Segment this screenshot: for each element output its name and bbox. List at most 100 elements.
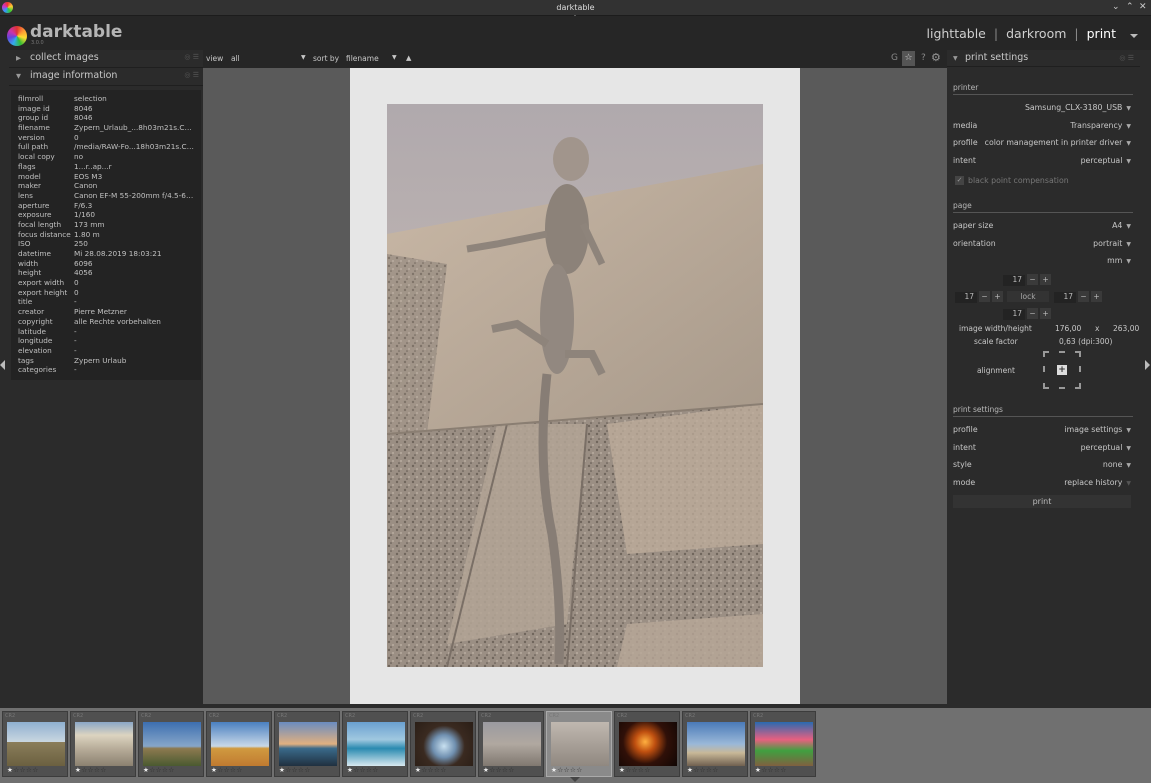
star-rating[interactable]: ★☆☆☆☆ [755,766,787,774]
star-icon[interactable]: ☆ [168,766,174,774]
filmstrip-thumbnail[interactable]: CR2 ★☆☆☆☆ [274,711,340,777]
filmstrip-thumbnail[interactable]: CR2 ★☆☆☆☆ [70,711,136,777]
star-rating[interactable]: ★☆☆☆☆ [619,766,651,774]
alignment-grid[interactable]: + [1043,351,1081,389]
left-panel-collapse-icon[interactable] [0,360,5,370]
star-rating[interactable]: ★☆☆☆☆ [7,766,39,774]
view-filter-dropdown[interactable]: all [231,54,240,63]
black-point-compensation-checkbox[interactable]: ✓ black point compensation [953,175,1131,187]
plus-icon[interactable]: + [1040,308,1051,319]
filmstrip-thumbnail[interactable]: CR2 ★☆☆☆☆ [410,711,476,777]
star-rating[interactable]: ★☆☆☆☆ [415,766,447,774]
print-button[interactable]: print [953,495,1131,508]
align-bottom-right-icon[interactable] [1075,383,1081,389]
filmstrip-thumbnail[interactable]: CR2 ★☆☆☆☆ [546,711,612,777]
print-intent-dropdown[interactable]: intent perceptual ▼ [953,442,1131,454]
align-bottom-left-icon[interactable] [1043,383,1049,389]
filmstrip-thumbnail[interactable]: CR2 ★☆☆☆☆ [342,711,408,777]
style-dropdown[interactable]: style none ▼ [953,459,1131,471]
minus-icon[interactable]: − [1078,291,1089,302]
close-icon[interactable]: ✕ [1139,2,1147,12]
star-icon[interactable]: ☆ [576,766,582,774]
plus-icon[interactable]: + [1091,291,1102,302]
minus-icon[interactable]: − [1027,274,1038,285]
align-right-icon[interactable] [1079,366,1081,372]
star-icon[interactable]: ☆ [440,766,446,774]
star-icon[interactable]: ☆ [780,766,786,774]
margin-left-value[interactable]: 17 [955,292,977,303]
unit-dropdown[interactable]: mm ▼ [953,255,1131,267]
filmstrip-thumbnail[interactable]: CR2 ★☆☆☆☆ [478,711,544,777]
view-darkroom[interactable]: darkroom [1006,26,1066,41]
minimize-icon[interactable]: ⌄ [1112,2,1120,12]
star-icon[interactable]: ☆ [32,766,38,774]
margin-top-value[interactable]: 17 [1003,275,1025,286]
filmstrip-thumbnail[interactable]: CR2 ★☆☆☆☆ [138,711,204,777]
paper-size-dropdown[interactable]: paper size A4 ▼ [953,220,1131,232]
printer-dropdown[interactable]: Samsung_CLX-3180_USB ▼ [953,102,1131,114]
star-icon[interactable]: ☆ [712,766,718,774]
align-top-right-icon[interactable] [1075,351,1081,357]
view-lighttable[interactable]: lighttable [927,26,986,41]
star-icon[interactable]: ☆ [372,766,378,774]
lock-margins-button[interactable]: lock [1007,291,1049,302]
margin-bottom-stepper[interactable]: 17− + [1003,308,1051,320]
filmstrip-thumbnail[interactable]: CR2 ★☆☆☆☆ [750,711,816,777]
star-rating[interactable]: ★☆☆☆☆ [687,766,719,774]
printer-profile-dropdown[interactable]: profile color management in printer drive… [953,137,1131,149]
module-presets-icon[interactable]: ◎ ☰ [1119,54,1134,62]
right-panel-collapse-icon[interactable] [1145,360,1150,370]
bottom-panel-collapse-icon[interactable] [570,777,580,782]
margin-bottom-value[interactable]: 17 [1003,309,1025,320]
grouping-icon[interactable]: G [891,53,898,63]
minus-icon[interactable]: − [1027,308,1038,319]
sort-direction-icon[interactable]: ▲ [406,54,411,62]
margin-right-value[interactable]: 17 [1054,292,1076,303]
align-top-icon[interactable] [1059,351,1065,353]
more-views-chevron-icon[interactable] [1130,34,1138,38]
star-rating[interactable]: ★☆☆☆☆ [347,766,379,774]
align-bottom-icon[interactable] [1059,387,1065,389]
filmstrip-thumbnail[interactable]: CR2 ★☆☆☆☆ [2,711,68,777]
plus-icon[interactable]: + [1040,274,1051,285]
star-rating[interactable]: ★☆☆☆☆ [551,766,583,774]
printer-intent-dropdown[interactable]: intent perceptual ▼ [953,155,1131,167]
preferences-gear-icon[interactable]: ⚙ [931,51,941,64]
filmstrip-thumbnail[interactable]: CR2 ★☆☆☆☆ [682,711,748,777]
sort-by-chevron-icon[interactable]: ▼ [392,54,397,61]
mode-dropdown[interactable]: mode replace history ▼ [953,477,1131,489]
align-top-left-icon[interactable] [1043,351,1049,357]
maximize-icon[interactable]: ⌃ [1126,2,1134,12]
media-dropdown[interactable]: media Transparency ▼ [953,120,1131,132]
minus-icon[interactable]: − [979,291,990,302]
sort-by-dropdown[interactable]: filename [346,54,379,63]
star-icon[interactable]: ☆ [508,766,514,774]
star-rating[interactable]: ★☆☆☆☆ [75,766,107,774]
margin-right-stepper[interactable]: 17− + [1054,291,1102,303]
orientation-dropdown[interactable]: orientation portrait ▼ [953,238,1131,250]
image-information-module-header[interactable]: ▼ image information ◎ ☰ [9,68,203,86]
align-left-icon[interactable] [1043,366,1045,372]
star-icon[interactable]: ☆ [644,766,650,774]
checkbox-icon[interactable]: ✓ [955,176,964,185]
star-icon[interactable]: ☆ [304,766,310,774]
star-rating[interactable]: ★☆☆☆☆ [143,766,175,774]
module-presets-icon[interactable]: ◎ ☰ [184,71,199,79]
plus-icon[interactable]: + [992,291,1003,302]
print-profile-dropdown[interactable]: profile image settings ▼ [953,424,1131,436]
margin-top-stepper[interactable]: 17− + [1003,274,1051,286]
help-icon[interactable]: ? [921,53,926,63]
star-rating[interactable]: ★☆☆☆☆ [279,766,311,774]
star-icon[interactable]: ☆ [100,766,106,774]
module-presets-icon[interactable]: ◎ ☰ [184,53,199,61]
print-settings-header[interactable]: ▼ print settings ◎ ☰ [947,50,1140,67]
star-icon[interactable]: ☆ [236,766,242,774]
star-rating[interactable]: ★☆☆☆☆ [483,766,515,774]
collect-images-module-header[interactable]: ▶ collect images ◎ ☰ [9,50,203,68]
filmstrip-thumbnail[interactable]: CR2 ★☆☆☆☆ [206,711,272,777]
filmstrip-thumbnail[interactable]: CR2 ★☆☆☆☆ [614,711,680,777]
align-center-icon[interactable]: + [1057,365,1067,375]
star-rating[interactable]: ★☆☆☆☆ [211,766,243,774]
overlays-star-icon[interactable]: ☆ [902,51,915,66]
view-print[interactable]: print [1087,26,1116,41]
